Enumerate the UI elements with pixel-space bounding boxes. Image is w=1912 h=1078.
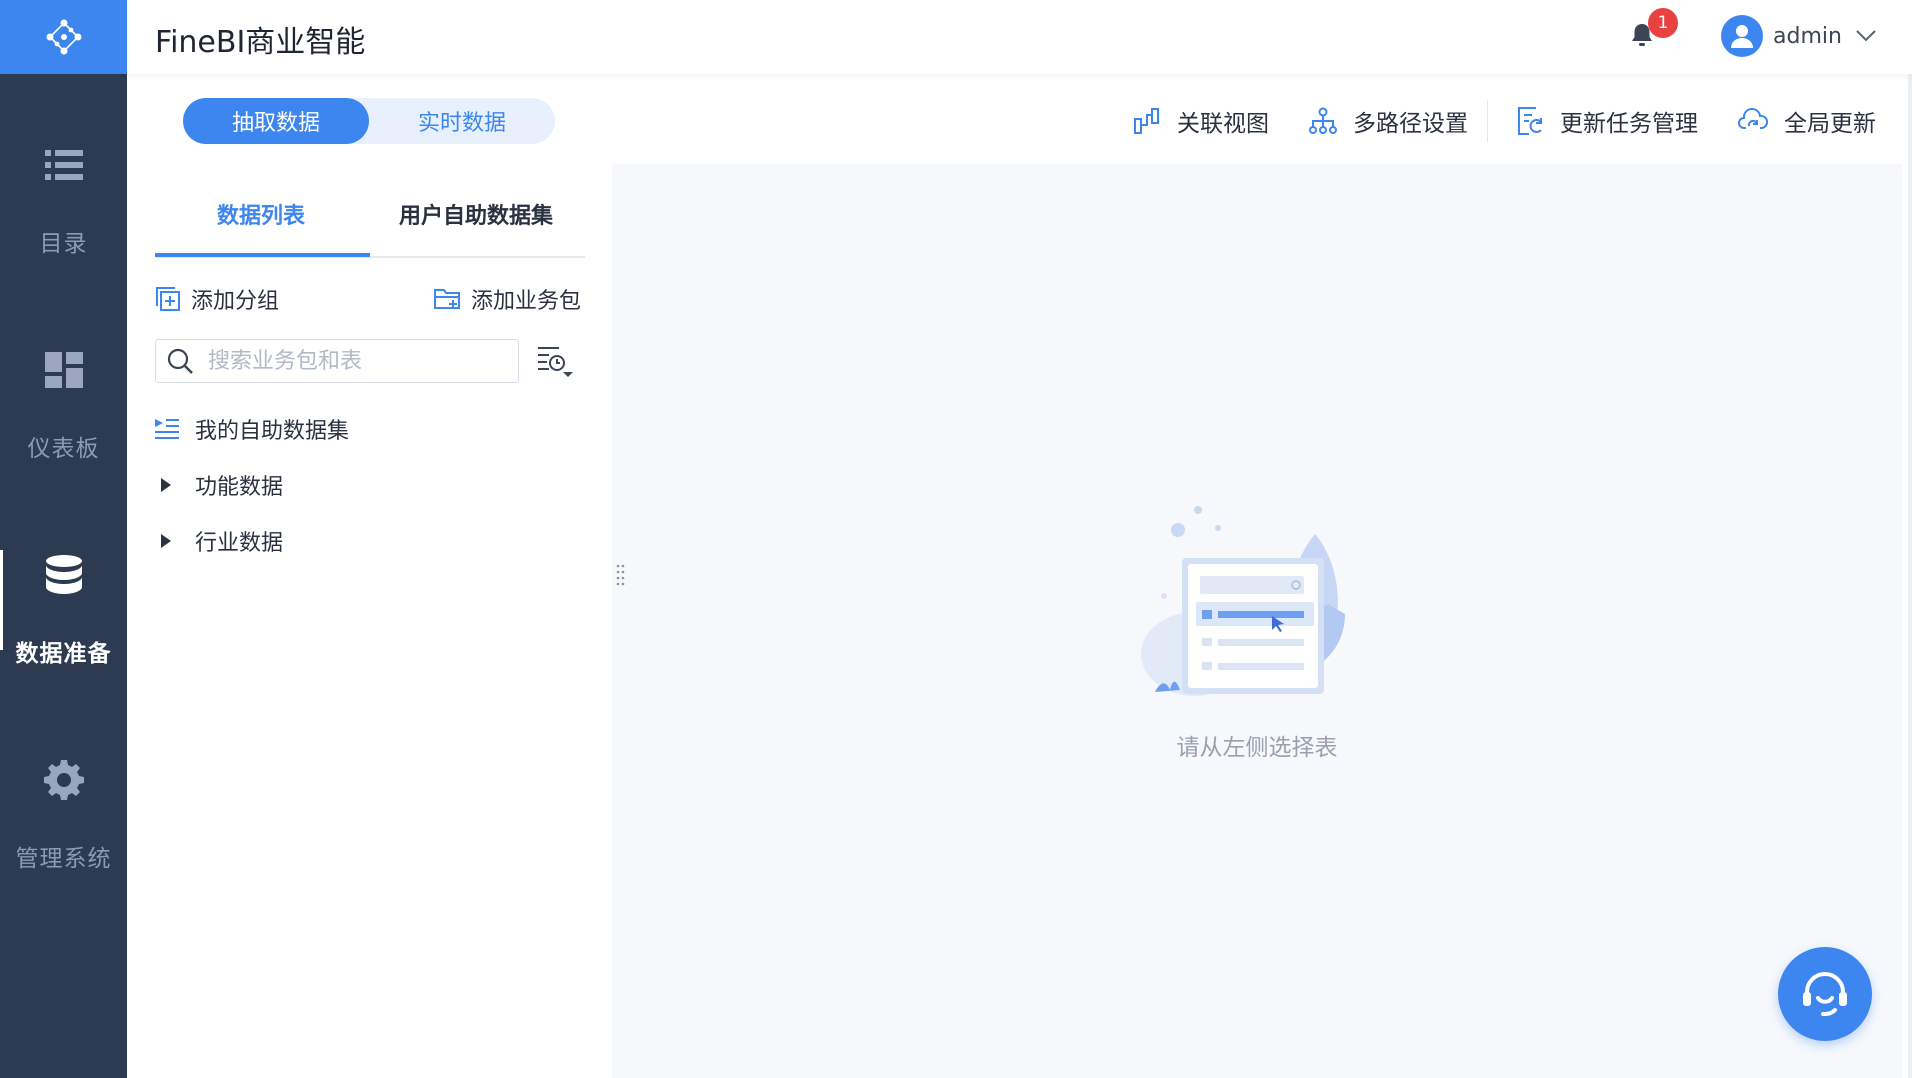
tab-data-list[interactable]: 数据列表 (217, 198, 305, 230)
headset-icon (1803, 972, 1847, 1016)
app-logo[interactable] (0, 0, 127, 74)
list-icon (44, 150, 83, 180)
self-dataset-icon (155, 419, 179, 439)
panel-resize-handle[interactable] (616, 563, 626, 591)
tree-item-label: 行业数据 (195, 531, 284, 556)
user-menu[interactable]: admin (1721, 15, 1876, 57)
logo-icon (46, 19, 81, 55)
update-task-management-button[interactable]: 更新任务管理 (1516, 104, 1698, 138)
active-tab-indicator (155, 253, 370, 257)
database-icon (45, 555, 82, 594)
sidebar-item-data-prep[interactable]: 数据准备 (0, 550, 127, 710)
search-icon (167, 348, 193, 374)
tab-user-datasets[interactable]: 用户自助数据集 (399, 198, 553, 230)
toolbar-actions: 关联视图 多路径设置 (1133, 98, 1468, 144)
sort-filter-button[interactable] (537, 345, 575, 383)
multipath-settings-label: 多路径设置 (1353, 111, 1468, 137)
add-folder-icon (434, 289, 460, 309)
sidebar-item-dashboard[interactable]: 仪表板 (0, 345, 127, 505)
notification-badge: 1 (1648, 8, 1678, 38)
realtime-data-button[interactable]: 实时数据 (369, 98, 555, 144)
tree-item-my-datasets[interactable]: 我的自助数据集 (155, 413, 349, 445)
relation-view-button[interactable]: 关联视图 (1133, 104, 1269, 138)
caret-right-icon[interactable] (160, 533, 172, 549)
tree-item-industry-data[interactable]: 行业数据 (155, 525, 283, 557)
sidebar-item-label: 管理系统 (15, 846, 112, 872)
sidebar-item-label: 仪表板 (27, 436, 100, 462)
multipath-settings-button[interactable]: 多路径设置 (1309, 104, 1468, 138)
content-area: 请从左侧选择表 (612, 164, 1902, 1078)
task-refresh-icon (1518, 107, 1542, 135)
tree-item-label: 我的自助数据集 (195, 419, 350, 444)
add-package-button[interactable]: 添加业务包 (433, 283, 581, 315)
relation-view-icon (1134, 108, 1159, 134)
hierarchy-icon (1309, 107, 1337, 134)
add-package-label: 添加业务包 (471, 289, 582, 314)
add-group-icon (156, 287, 180, 311)
toolbar-actions-right: 更新任务管理 全局更新 (1516, 98, 1876, 144)
search-input[interactable] (206, 347, 506, 375)
user-icon (1731, 25, 1753, 48)
caret-right-icon[interactable] (160, 477, 172, 493)
username: admin (1773, 23, 1842, 49)
add-group-label: 添加分组 (191, 289, 280, 314)
global-update-button[interactable]: 全局更新 (1738, 104, 1876, 138)
left-panel-tabs: 数据列表 用户自助数据集 (155, 180, 585, 258)
gear-icon (43, 760, 84, 800)
customer-support-button[interactable] (1778, 947, 1872, 1041)
dashboard-icon (44, 352, 83, 388)
avatar (1721, 15, 1763, 57)
add-group-button[interactable]: 添加分组 (155, 283, 279, 315)
toolbar-divider (1487, 100, 1488, 142)
drag-handle-icon (616, 564, 625, 586)
sidebar-item-admin[interactable]: 管理系统 (0, 755, 127, 915)
tree-item-label: 功能数据 (195, 475, 284, 500)
relation-view-label: 关联视图 (1177, 111, 1269, 137)
empty-table-illustration (1141, 506, 1345, 696)
data-mode-toggle: 抽取数据 实时数据 (183, 98, 555, 144)
search-box (155, 339, 519, 383)
update-task-management-label: 更新任务管理 (1560, 111, 1698, 137)
sidebar-item-catalog[interactable]: 目录 (0, 140, 127, 300)
tree-item-function-data[interactable]: 功能数据 (155, 469, 283, 501)
chevron-down-icon (1856, 30, 1876, 42)
filter-clock-icon (538, 347, 573, 377)
global-update-label: 全局更新 (1784, 111, 1876, 137)
empty-state-message: 请从左侧选择表 (1176, 735, 1338, 761)
app-title: FineBI商业智能 (155, 25, 366, 60)
side-nav: 目录 仪表板 数据准备 管理系统 (0, 0, 127, 1078)
sidebar-item-label: 数据准备 (15, 641, 112, 667)
window-edge (1908, 0, 1912, 1078)
cloud-refresh-icon (1738, 108, 1768, 129)
top-header: FineBI商业智能 1 admin (127, 0, 1912, 74)
extract-data-button[interactable]: 抽取数据 (183, 98, 369, 144)
sidebar-item-label: 目录 (39, 231, 88, 257)
